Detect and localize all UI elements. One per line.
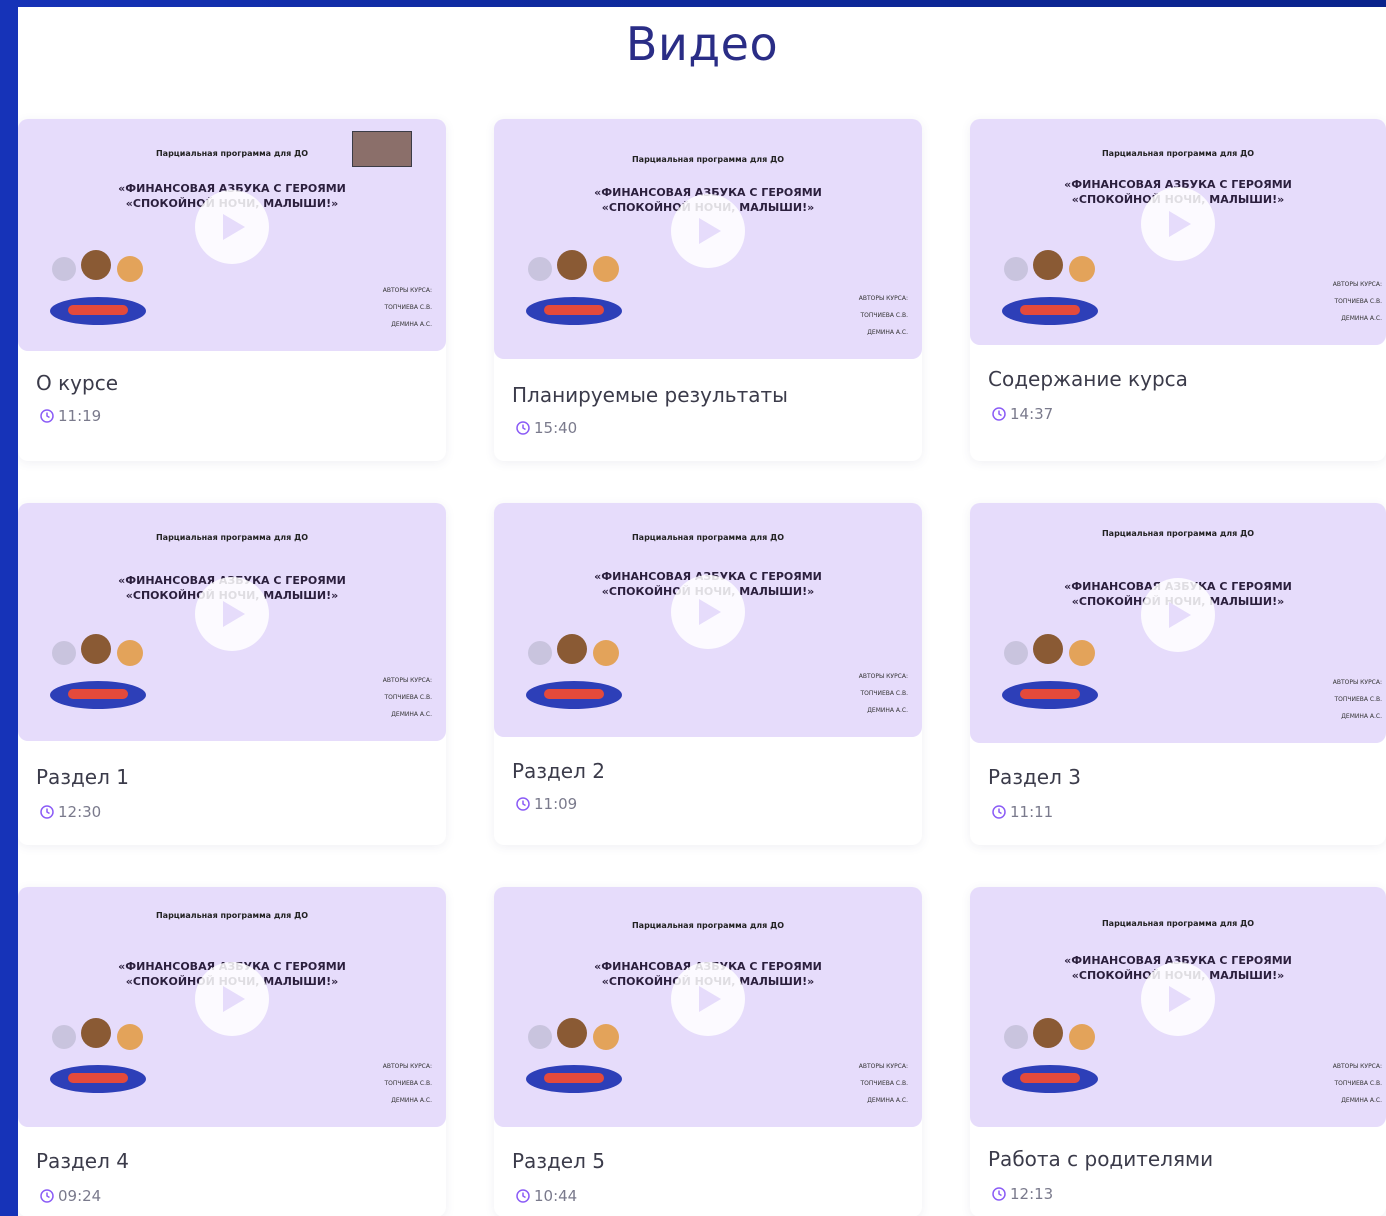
mascots-illustration <box>1002 250 1098 325</box>
video-card[interactable]: Парциальная программа для ДО «ФИНАНСОВАЯ… <box>494 119 922 461</box>
video-thumbnail[interactable]: Парциальная программа для ДО «ФИНАНСОВАЯ… <box>970 503 1386 743</box>
video-thumbnail[interactable]: Парциальная программа для ДО «ФИНАНСОВАЯ… <box>18 887 446 1127</box>
video-thumbnail[interactable]: Парциальная программа для ДО «ФИНАНСОВАЯ… <box>18 119 446 351</box>
video-card[interactable]: Парциальная программа для ДО «ФИНАНСОВАЯ… <box>494 503 922 845</box>
thumbnail-authors: АВТОРЫ КУРСА: ТОПЧИЕВА С.В. ДЕМИНА А.С. <box>858 295 908 336</box>
thumbnail-program-label: Парциальная программа для ДО <box>155 533 308 542</box>
play-icon <box>699 599 721 625</box>
clock-icon <box>992 805 1006 819</box>
video-card[interactable]: Парциальная программа для ДО «ФИНАНСОВАЯ… <box>18 119 446 461</box>
play-icon <box>223 214 245 240</box>
play-button[interactable] <box>1141 962 1215 1036</box>
mascots-illustration <box>526 1018 622 1093</box>
clock-icon <box>992 407 1006 421</box>
mascots-illustration <box>50 250 146 325</box>
play-icon <box>699 218 721 244</box>
thumbnail-program-label: Парциальная программа для ДО <box>631 533 784 542</box>
video-thumbnail[interactable]: Парциальная программа для ДО «ФИНАНСОВАЯ… <box>494 887 922 1127</box>
video-title[interactable]: Содержание курса <box>988 367 1188 391</box>
play-button[interactable] <box>671 575 745 649</box>
thumbnail-program-label: Парциальная программа для ДО <box>631 921 784 930</box>
thumbnail-program-label: Парциальная программа для ДО <box>1101 529 1254 538</box>
video-duration: 10:44 <box>516 1187 577 1205</box>
thumbnail-authors: АВТОРЫ КУРСА: ТОПЧИЕВА С.В. ДЕМИНА А.С. <box>382 1063 432 1104</box>
mascots-illustration <box>526 634 622 709</box>
mascots-illustration <box>50 634 146 709</box>
video-duration: 14:37 <box>992 405 1053 423</box>
video-title[interactable]: О курсе <box>36 371 118 395</box>
thumbnail-program-label: Парциальная программа для ДО <box>155 911 308 920</box>
thumbnail-authors: АВТОРЫ КУРСА: ТОПЧИЕВА С.В. ДЕМИНА А.С. <box>382 677 432 718</box>
play-button[interactable] <box>671 962 745 1036</box>
thumbnail-authors: АВТОРЫ КУРСА: ТОПЧИЕВА С.В. ДЕМИНА А.С. <box>858 673 908 714</box>
video-card[interactable]: Парциальная программа для ДО «ФИНАНСОВАЯ… <box>18 503 446 845</box>
video-title[interactable]: Планируемые результаты <box>512 383 788 407</box>
video-thumbnail[interactable]: Парциальная программа для ДО «ФИНАНСОВАЯ… <box>494 119 922 359</box>
video-duration: 11:19 <box>40 407 101 425</box>
video-duration: 12:13 <box>992 1185 1053 1203</box>
video-card[interactable]: Парциальная программа для ДО «ФИНАНСОВАЯ… <box>970 119 1386 461</box>
thumbnail-program-label: Парциальная программа для ДО <box>1101 919 1254 928</box>
play-button[interactable] <box>195 962 269 1036</box>
video-duration: 12:30 <box>40 803 101 821</box>
video-title[interactable]: Работа с родителями <box>988 1147 1213 1171</box>
thumbnail-program-label: Парциальная программа для ДО <box>155 149 308 158</box>
video-title[interactable]: Раздел 3 <box>988 765 1081 789</box>
thumbnail-program-label: Парциальная программа для ДО <box>1101 149 1254 158</box>
clock-icon <box>992 1187 1006 1201</box>
clock-icon <box>516 797 530 811</box>
thumbnail-authors: АВТОРЫ КУРСА: ТОПЧИЕВА С.В. ДЕМИНА А.С. <box>382 287 432 328</box>
thumbnail-authors: АВТОРЫ КУРСА: ТОПЧИЕВА С.В. ДЕМИНА А.С. <box>1332 679 1382 720</box>
mascots-illustration <box>526 250 622 325</box>
video-thumbnail[interactable]: Парциальная программа для ДО «ФИНАНСОВАЯ… <box>970 119 1386 345</box>
thumbnail-authors: АВТОРЫ КУРСА: ТОПЧИЕВА С.В. ДЕМИНА А.С. <box>1332 281 1382 322</box>
play-button[interactable] <box>671 194 745 268</box>
video-title[interactable]: Раздел 2 <box>512 759 605 783</box>
play-icon <box>223 986 245 1012</box>
play-button[interactable] <box>195 190 269 264</box>
video-duration: 15:40 <box>516 419 577 437</box>
play-icon <box>1169 986 1191 1012</box>
video-thumbnail[interactable]: Парциальная программа для ДО «ФИНАНСОВАЯ… <box>494 503 922 737</box>
mascots-illustration <box>50 1018 146 1093</box>
video-title[interactable]: Раздел 1 <box>36 765 129 789</box>
play-icon <box>1169 602 1191 628</box>
video-duration: 09:24 <box>40 1187 101 1205</box>
video-duration: 11:09 <box>516 795 577 813</box>
video-title[interactable]: Раздел 5 <box>512 1149 605 1173</box>
video-card[interactable]: Парциальная программа для ДО «ФИНАНСОВАЯ… <box>970 503 1386 845</box>
clock-icon <box>516 1189 530 1203</box>
mascots-illustration <box>1002 1018 1098 1093</box>
play-button[interactable] <box>1141 187 1215 261</box>
page-title: Видео <box>625 17 779 71</box>
video-title[interactable]: Раздел 4 <box>36 1149 129 1173</box>
play-button[interactable] <box>195 577 269 651</box>
clock-icon <box>40 805 54 819</box>
mascots-illustration <box>1002 634 1098 709</box>
video-card[interactable]: Парциальная программа для ДО «ФИНАНСОВАЯ… <box>18 887 446 1216</box>
thumbnail-authors: АВТОРЫ КУРСА: ТОПЧИЕВА С.В. ДЕМИНА А.С. <box>858 1063 908 1104</box>
video-duration: 11:11 <box>992 803 1053 821</box>
video-card[interactable]: Парциальная программа для ДО «ФИНАНСОВАЯ… <box>970 887 1386 1216</box>
video-thumbnail[interactable]: Парциальная программа для ДО «ФИНАНСОВАЯ… <box>970 887 1386 1127</box>
play-icon <box>1169 211 1191 237</box>
play-icon <box>699 986 721 1012</box>
thumbnail-authors: АВТОРЫ КУРСА: ТОПЧИЕВА С.В. ДЕМИНА А.С. <box>1332 1063 1382 1104</box>
clock-icon <box>40 409 54 423</box>
play-icon <box>223 601 245 627</box>
video-page: Видео Парциальная программа для ДО «ФИНА… <box>18 7 1386 1216</box>
video-card[interactable]: Парциальная программа для ДО «ФИНАНСОВАЯ… <box>494 887 922 1216</box>
clock-icon <box>516 421 530 435</box>
clock-icon <box>40 1189 54 1203</box>
play-button[interactable] <box>1141 578 1215 652</box>
thumbnail-program-label: Парциальная программа для ДО <box>631 155 784 164</box>
video-thumbnail[interactable]: Парциальная программа для ДО «ФИНАНСОВАЯ… <box>18 503 446 741</box>
